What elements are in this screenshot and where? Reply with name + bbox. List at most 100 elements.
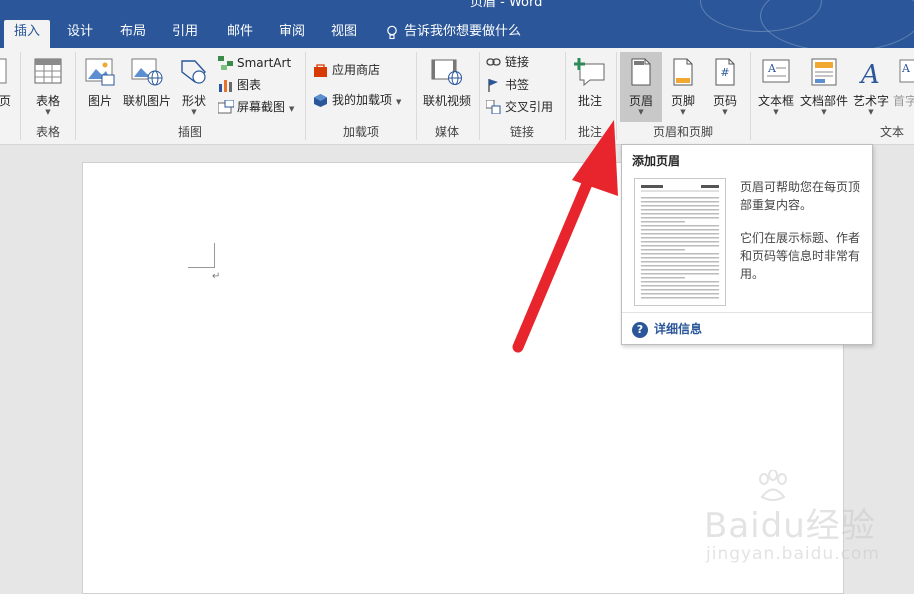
table-button[interactable]: 表格 ▼ [25,52,71,122]
thumbnail-text-line [641,253,719,255]
thumbnail-text-line [641,293,719,295]
page-icon [0,58,7,87]
tab-view[interactable]: 视图 [322,20,366,48]
chart-icon [219,80,232,92]
crossref-label: 交叉引用 [505,100,554,114]
dropcap-label: 首字 [893,94,914,108]
tab-insert[interactable]: 插入 [4,20,50,48]
thumbnail-text-line [641,261,719,263]
chevron-down-icon: ▼ [289,105,295,113]
online-video-button[interactable]: 联机视频 [420,52,474,122]
group-separator [75,52,76,140]
shapes-label: 形状 [181,94,206,108]
group-label-media: 媒体 [434,125,459,139]
header-tooltip: 添加页眉 页眉可帮助您在每页顶部重复内容。 它们在展示标题、作者和页码等信息时非… [621,144,873,345]
chart-label: 图表 [237,78,262,92]
smartart-button[interactable]: SmartArt [218,53,291,73]
thumbnail-text-line [641,285,719,287]
chevron-down-icon: ▼ [638,108,644,116]
crossref-button[interactable]: 交叉引用 [486,97,553,117]
header-label: 页眉 [628,94,653,108]
quickparts-icon [811,58,837,89]
footer-label: 页脚 [670,94,695,108]
store-label: 应用商店 [332,63,381,77]
picture-button[interactable]: 图片 [80,52,120,122]
quickparts-label: 文档部件 [799,94,848,108]
group-separator [750,52,751,140]
group-label-addins: 加载项 [342,125,379,139]
footer-button[interactable]: 页脚 ▼ [662,52,704,122]
tab-review[interactable]: 审阅 [270,20,314,48]
group-separator [20,52,21,140]
comment-button[interactable]: 批注 [568,52,612,122]
link-button[interactable]: 链接 [486,52,529,72]
shapes-icon [179,58,209,89]
thumbnail-text-line [641,269,719,271]
svg-text:A: A [901,62,911,75]
screenshot-label: 屏幕截图 [237,100,286,114]
thumbnail-text-line [641,257,719,259]
bookmark-label: 书签 [505,78,530,92]
tab-mailings[interactable]: 邮件 [218,20,262,48]
svg-text:A: A [767,62,777,75]
picture-label: 图片 [87,94,112,108]
tooltip-description-1: 页眉可帮助您在每页顶部重复内容。 [740,180,861,212]
chevron-down-icon: ▼ [722,108,728,116]
quickparts-button[interactable]: 文档部件 ▼ [798,52,850,122]
group-separator [479,52,480,140]
online-picture-label: 联机图片 [122,94,171,108]
dropcap-icon: A [899,58,914,89]
table-label: 表格 [35,94,60,108]
header-button[interactable]: 页眉 ▼ [620,52,662,122]
shapes-button[interactable]: 形状 ▼ [176,52,212,122]
screenshot-button[interactable]: 屏幕截图 ▼ [218,97,294,117]
svg-text:A: A [859,60,880,86]
smartart-label: SmartArt [237,56,292,70]
tell-me-text: 告诉我你想要做什么 [404,24,522,39]
pages-label: 页 [0,94,11,108]
thumbnail-text-line [641,233,719,235]
header-preview-thumbnail [634,178,726,306]
tell-me-more-link[interactable]: ? 详细信息 [632,320,702,338]
dropcap-button[interactable]: A 首字 [893,52,914,122]
online-video-icon [431,58,463,89]
paragraph-mark: ↵ [212,271,221,282]
page-number-button[interactable]: # 页码 ▼ [704,52,746,122]
group-label-header-footer: 页眉和页脚 [652,125,713,139]
tooltip-title: 添加页眉 [632,154,681,168]
group-separator [616,52,617,140]
wordart-icon: A [858,58,884,90]
thumbnail-text-line [641,205,719,207]
group-label-comments: 批注 [577,125,602,139]
thumbnail-text-line [641,265,719,267]
chart-button[interactable]: 图表 [218,75,261,95]
online-picture-button[interactable]: 联机图片 [120,52,174,122]
chevron-down-icon: ▼ [821,108,827,116]
wordart-button[interactable]: A 艺术字 ▼ [850,52,892,122]
baidu-watermark: Baidu经验 jingyan.baidu.com [700,470,910,575]
pages-button[interactable]: 页 [0,52,12,122]
footer-page-icon [673,58,693,89]
tell-me-box[interactable]: 告诉我你想要做什么 [386,20,521,44]
textbox-button[interactable]: A 文本框 ▼ [754,52,798,122]
header-page-icon [631,58,651,89]
help-question-icon: ? [632,321,648,338]
picture-icon [85,58,115,89]
screenshot-icon [218,100,234,114]
comment-label: 批注 [577,94,602,108]
textbox-label: 文本框 [757,94,794,108]
bookmark-button[interactable]: 书签 [486,75,529,95]
thumbnail-text-line [641,197,719,199]
bookmark-flag-icon [488,79,498,92]
tab-layout[interactable]: 布局 [111,20,155,48]
my-addins-button[interactable]: 我的加载项 ▼ [313,90,401,110]
group-separator [305,52,306,140]
my-addins-label: 我的加载项 [332,93,393,107]
page-number-icon: # [715,58,735,89]
tab-design[interactable]: 设计 [58,20,102,48]
tab-references[interactable]: 引用 [163,20,207,48]
window-title: 页眉 - Word [470,0,543,10]
store-button[interactable]: 应用商店 [313,60,380,80]
tab-bar: 页眉 - Word 插入 设计 布局 引用 邮件 审阅 视图 告诉我你想要做什么 [0,0,914,48]
chevron-down-icon: ▼ [680,108,686,116]
